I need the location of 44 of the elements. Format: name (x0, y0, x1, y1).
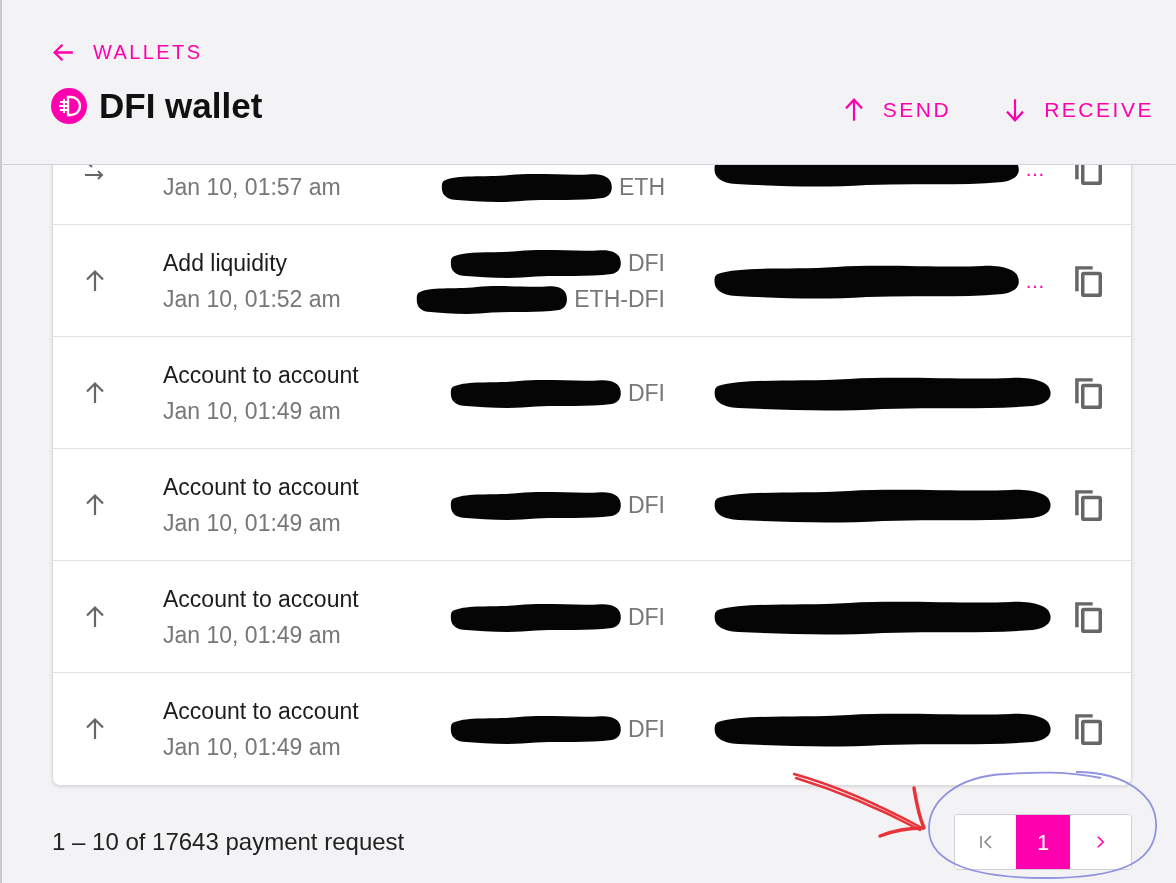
up-arrow-icon (83, 717, 107, 741)
copy-button[interactable] (1073, 712, 1103, 746)
copy-icon (1074, 264, 1102, 297)
results-range: 1 – 10 of 17643 payment request (52, 827, 405, 857)
token-label: ETH-DFI (574, 284, 665, 314)
transaction-date: Jan 10, 01:57 am (163, 172, 342, 202)
transaction-title: Account to account (163, 472, 360, 502)
transaction-title: Account to account (163, 584, 360, 614)
token-label: DFI (627, 378, 665, 408)
copy-icon (1074, 376, 1102, 409)
transaction-title: Add liquidity (163, 248, 289, 278)
transaction-date: Jan 10, 01:49 am (163, 733, 342, 762)
receive-button[interactable]: RECEIVE (1003, 95, 1154, 125)
up-arrow-icon (83, 380, 107, 405)
token-label: DFI (627, 490, 665, 520)
copy-button[interactable] (1073, 599, 1103, 634)
token-label: DFI (627, 715, 665, 744)
coin-logo-icon (51, 88, 87, 124)
back-link[interactable]: WALLETS (51, 38, 263, 66)
copy-icon (1074, 488, 1102, 521)
transaction-title: Account to account (163, 697, 360, 726)
address-ellipsis: … (1025, 165, 1045, 182)
transaction-date: Jan 10, 01:52 am (163, 284, 342, 314)
address-ellipsis: … (1025, 268, 1045, 294)
first-page-icon (978, 834, 993, 850)
up-arrow-icon (83, 492, 107, 517)
transaction-title: Account to account (163, 360, 360, 390)
copy-icon (1074, 713, 1102, 745)
token-label: ETH (619, 172, 665, 202)
transaction-date: Jan 10, 01:49 am (163, 396, 342, 426)
up-arrow-icon (83, 604, 107, 629)
chevron-right-icon (1096, 835, 1105, 849)
page-button[interactable]: 1 (1016, 815, 1070, 869)
transaction-date: Jan 10, 01:49 am (163, 508, 342, 538)
wallet-title: DFI wallet (99, 85, 263, 127)
copy-button[interactable] (1073, 375, 1103, 410)
copy-button[interactable] (1073, 487, 1103, 522)
transaction-date: Jan 10, 01:49 am (163, 620, 342, 650)
token-label: DFI (627, 602, 665, 632)
copy-icon (1074, 600, 1102, 633)
up-arrow-icon (83, 268, 107, 293)
copy-button[interactable] (1073, 263, 1103, 298)
send-button[interactable]: SEND (841, 95, 952, 125)
token-label: DFI (627, 248, 665, 278)
